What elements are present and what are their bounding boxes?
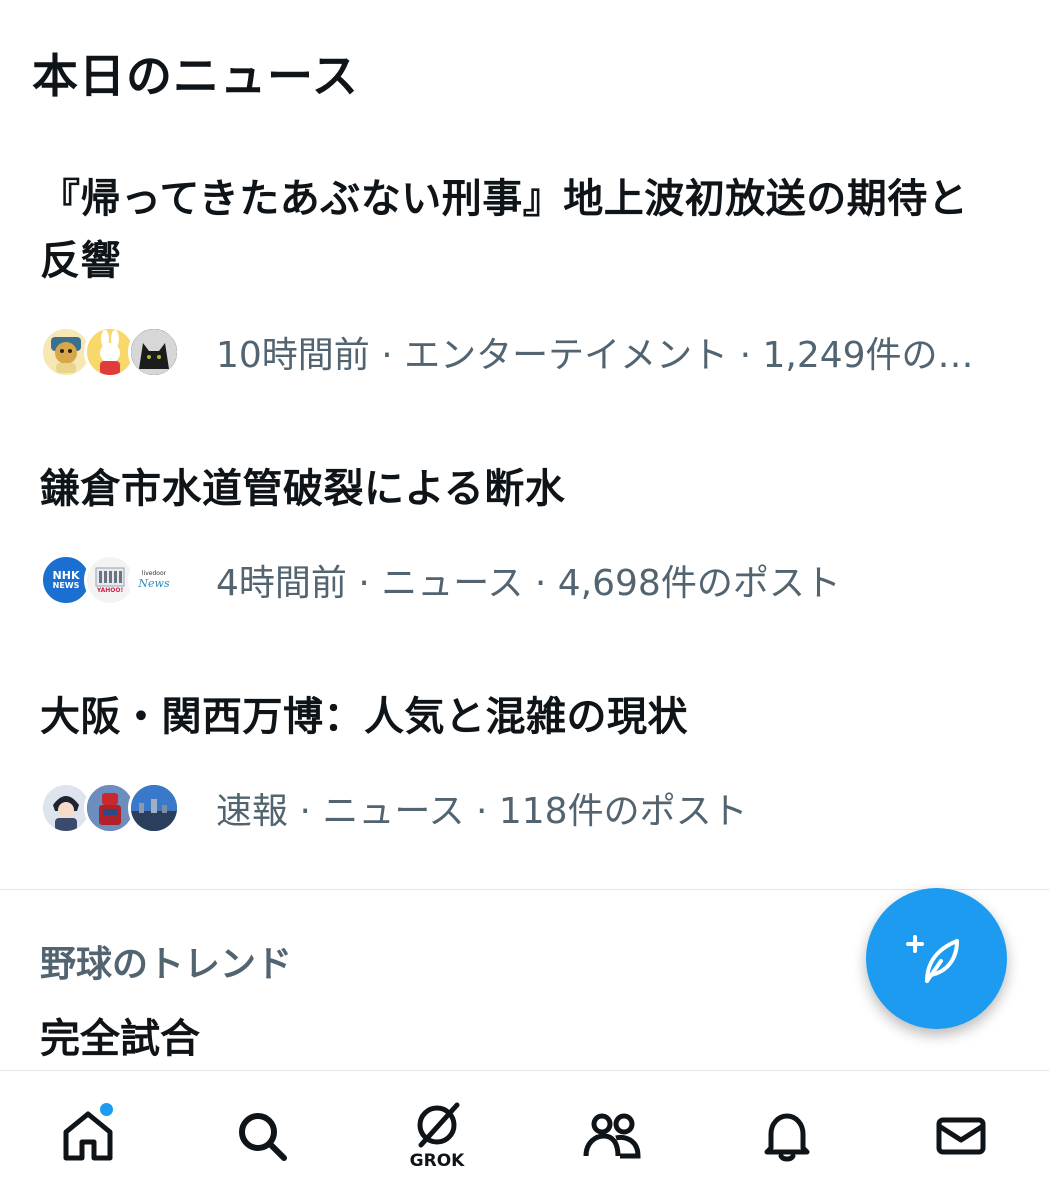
avatar: livedoor News [128, 554, 180, 606]
avatar [128, 782, 180, 834]
nhk-logo-text: NHK [52, 569, 80, 582]
news-item[interactable]: 大阪・関西万博：人気と混雑の現状 速報 · ニュース · 118件のポスト [40, 686, 1010, 846]
trend-title[interactable]: 完全試合 [40, 1006, 200, 1064]
bell-icon [764, 1113, 810, 1162]
nav-search[interactable] [202, 1071, 322, 1201]
news-item[interactable]: 『帰ってきたあぶない刑事』地上波初放送の期待と反響 10時間前 · エンターテイ… [40, 168, 1010, 388]
news-headline: 『帰ってきたあぶない刑事』地上波初放送の期待と反響 [40, 176, 969, 284]
trend-category: 野球のトレンド [40, 944, 293, 985]
compose-post-icon [905, 934, 959, 983]
grok-icon [417, 1102, 460, 1148]
avatar-group [40, 326, 216, 378]
mail-icon [936, 1117, 986, 1155]
nav-notifications[interactable] [727, 1071, 847, 1201]
news-meta: 4時間前 · ニュース · 4,698件のポスト [216, 563, 841, 604]
section-divider [0, 889, 1049, 890]
search-icon [239, 1113, 287, 1161]
grok-label: GROK [409, 1151, 465, 1171]
notification-dot [98, 1101, 115, 1118]
bottom-navigation: GROK [0, 1070, 1049, 1201]
nhk-logo-subtext: NEWS [52, 581, 80, 590]
news-meta: 10時間前 · エンターテイメント · 1,249件のポスト [216, 335, 1006, 376]
page-title: 本日のニュース [32, 49, 359, 103]
news-headline: 鎌倉市水道管破裂による断水 [40, 466, 566, 512]
avatar-group: NHK NEWS YAHOO! livedoor News [40, 554, 216, 606]
nav-messages[interactable] [901, 1071, 1021, 1201]
news-item[interactable]: 鎌倉市水道管破裂による断水 NHK NEWS YAHOO! livedoor N… [40, 458, 1010, 618]
nav-home[interactable] [28, 1071, 148, 1201]
compose-post-button[interactable] [866, 888, 1007, 1029]
nav-grok[interactable]: GROK [377, 1071, 497, 1201]
livedoor-news-text: News [138, 577, 170, 590]
communities-icon [583, 1113, 641, 1159]
avatar [128, 326, 180, 378]
news-headline: 大阪・関西万博：人気と混雑の現状 [40, 694, 688, 740]
yahoo-logo-text: YAHOO! [96, 586, 124, 594]
news-meta: 速報 · ニュース · 118件のポスト [216, 791, 748, 832]
avatar-group [40, 782, 216, 834]
nav-communities[interactable] [552, 1071, 672, 1201]
